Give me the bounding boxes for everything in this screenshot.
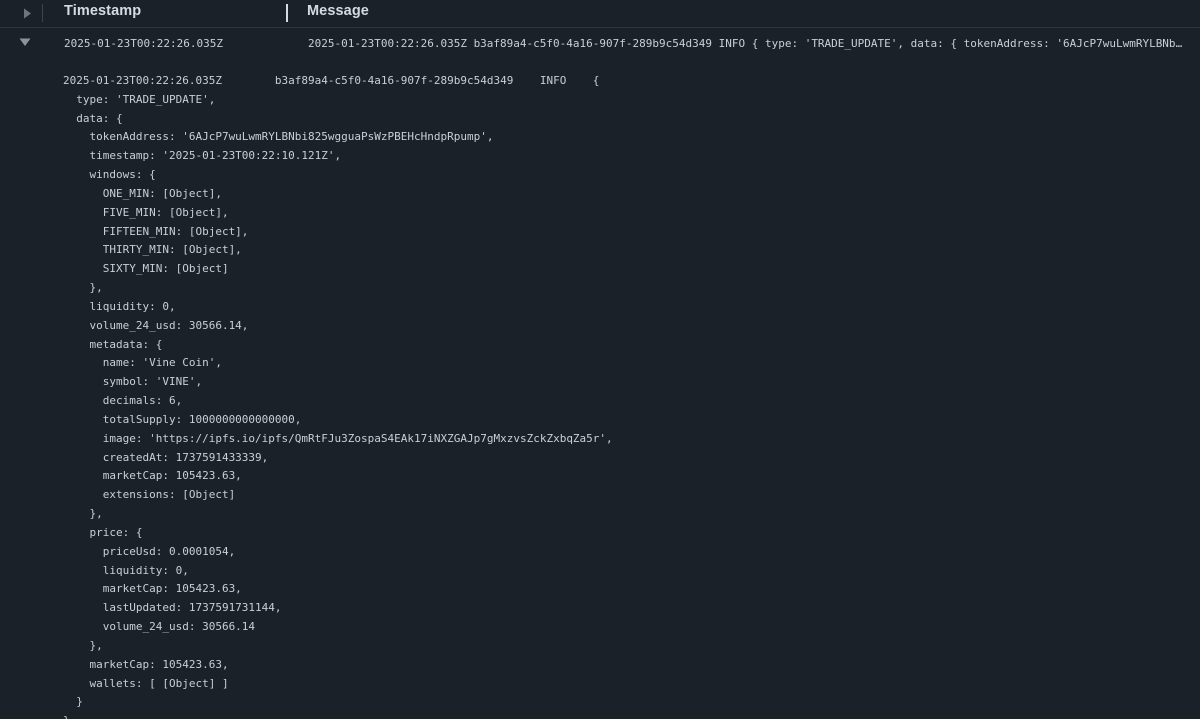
log-detail-line: type: 'TRADE_UPDATE', bbox=[63, 92, 216, 106]
row-timestamp: 2025-01-23T00:22:26.035Z bbox=[64, 37, 223, 50]
log-detail-line: name: 'Vine Coin', bbox=[63, 356, 222, 370]
log-detail-line: SIXTY_MIN: [Object] bbox=[63, 262, 229, 276]
log-detail-line: decimals: 6, bbox=[63, 394, 183, 408]
log-detail-line: ONE_MIN: [Object], bbox=[63, 186, 222, 200]
log-detail-line: timestamp: '2025-01-23T00:22:10.121Z', bbox=[63, 149, 342, 163]
log-detail-line: marketCap: 105423.63, bbox=[63, 657, 229, 671]
log-detail-line: THIRTY_MIN: [Object], bbox=[63, 243, 242, 257]
log-detail-line: }, bbox=[63, 638, 103, 652]
row-message: 2025-01-23T00:22:26.035Z b3af89a4-c5f0-4… bbox=[308, 37, 1188, 50]
log-viewer: Timestamp Message 2025-01-23T00:22:26.03… bbox=[0, 0, 1200, 719]
caret-down-icon bbox=[19, 38, 31, 46]
log-detail-line: marketCap: 105423.63, bbox=[63, 469, 242, 483]
log-detail-line: symbol: 'VINE', bbox=[63, 375, 203, 389]
log-detail-line: FIVE_MIN: [Object], bbox=[63, 205, 229, 219]
timestamp-column-header[interactable]: Timestamp bbox=[64, 3, 141, 19]
log-detail-line: createdAt: 1737591433339, bbox=[63, 450, 269, 464]
log-detail-line: volume_24_usd: 30566.14, bbox=[63, 318, 249, 332]
log-detail-line: liquidity: 0, bbox=[63, 563, 189, 577]
log-detail-line: volume_24_usd: 30566.14 bbox=[63, 620, 256, 634]
log-detail-line: image: 'https://ipfs.io/ipfs/QmRtFJu3Zos… bbox=[63, 431, 613, 445]
log-detail-line: } bbox=[63, 712, 613, 719]
log-detail-line: } bbox=[63, 695, 83, 709]
log-detail-line: data: { bbox=[63, 111, 123, 125]
log-detail-line: windows: { bbox=[63, 168, 156, 182]
log-detail: 2025-01-23T00:22:26.035Z b3af89a4-c5f0-4… bbox=[63, 72, 613, 719]
log-detail-line: priceUsd: 0.0001054, bbox=[63, 544, 236, 558]
message-column-header[interactable]: Message bbox=[307, 3, 369, 19]
log-detail-line: marketCap: 105423.63, bbox=[63, 582, 242, 596]
log-detail-line: }, bbox=[63, 507, 103, 521]
column-resize-handle[interactable] bbox=[286, 4, 288, 22]
log-detail-line: FIFTEEN_MIN: [Object], bbox=[63, 224, 249, 238]
log-detail-line: tokenAddress: '6AJcP7wuLwmRYLBNbi825wggu… bbox=[63, 130, 494, 144]
log-detail-line: lastUpdated: 1737591731144, bbox=[63, 601, 282, 615]
row-collapse-button[interactable] bbox=[19, 34, 33, 46]
log-row: 2025-01-23T00:22:26.035Z 2025-01-23T00:2… bbox=[0, 28, 1200, 719]
log-detail-line: metadata: { bbox=[63, 337, 163, 351]
log-detail-line: liquidity: 0, bbox=[63, 299, 176, 313]
caret-right-icon bbox=[23, 8, 31, 18]
log-detail-line: }, bbox=[63, 281, 103, 295]
log-detail-line: 2025-01-23T00:22:26.035Z b3af89a4-c5f0-4… bbox=[63, 74, 600, 87]
log-detail-line: wallets: [ [Object] ] bbox=[63, 676, 229, 690]
expand-all-button[interactable] bbox=[21, 6, 33, 20]
log-detail-line: price: { bbox=[63, 525, 143, 539]
log-detail-line: totalSupply: 1000000000000000, bbox=[63, 412, 302, 426]
log-detail-line: extensions: [Object] bbox=[63, 488, 236, 502]
column-divider bbox=[42, 4, 43, 22]
table-header: Timestamp Message bbox=[0, 0, 1200, 28]
